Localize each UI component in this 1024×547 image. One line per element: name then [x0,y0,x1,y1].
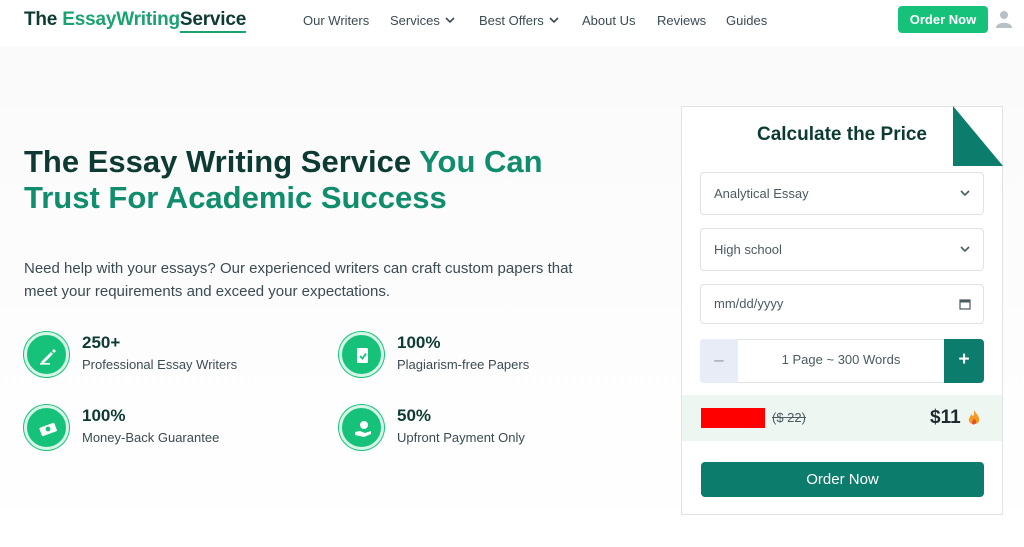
chevron-down-icon [960,190,970,197]
nav-guides[interactable]: Guides [726,13,767,28]
hero-title-main: The Essay Writing Service [24,144,420,179]
feature-plagiarism: 100% Plagiarism-free Papers [339,332,619,380]
hand-coin-icon [339,405,384,450]
logo-part-2: EssayWriting [62,9,180,30]
logo-part-3: Service [179,9,246,33]
document-check-icon [339,332,384,377]
feature-money-back: 100% Money-Back Guarantee [24,405,304,453]
nav-our-writers[interactable]: Our Writers [303,13,369,28]
decrease-pages-button[interactable]: – [700,339,738,383]
calculator-order-now-button[interactable]: Order Now [701,462,984,497]
nav-services[interactable]: Services [390,13,456,28]
nav-label: Best Offers [479,13,544,28]
chevron-down-icon [445,17,455,24]
logo-part-1: The [24,9,63,30]
feature-upfront-payment: 50% Upfront Payment Only [339,405,619,453]
feature-label: Money-Back Guarantee [82,430,220,445]
nav-label: Services [390,13,440,28]
feature-value: 250+ [82,333,121,352]
deadline-date-input[interactable]: mm/dd/yyyy [700,284,984,324]
feature-label: Upfront Payment Only [397,430,525,445]
money-back-icon [24,405,69,450]
nav-label: Our Writers [303,13,370,28]
feature-writers: 250+ Professional Essay Writers [24,332,304,380]
chevron-down-icon [960,246,970,253]
feature-label: Professional Essay Writers [82,357,238,372]
site-logo[interactable]: The EssayWritingService [24,9,246,33]
academic-level-select[interactable]: High school [700,228,984,271]
calendar-icon[interactable] [959,298,971,310]
nav-about-us[interactable]: About Us [582,13,635,28]
nav-label: Guides [726,13,768,28]
hero-title: The Essay Writing Service You Can Trust … [24,144,544,216]
redacted-label [701,408,765,428]
user-icon[interactable] [996,10,1012,28]
deadline-placeholder: mm/dd/yyyy [714,296,784,311]
nav-reviews[interactable]: Reviews [657,13,706,28]
nav-label: Reviews [657,13,707,28]
fire-icon [968,410,980,425]
nav-label: About Us [582,13,636,28]
hero-subtitle: Need help with your essays? Our experien… [24,260,573,300]
feature-label: Plagiarism-free Papers [397,357,530,372]
calculator-title: Calculate the Price [756,124,928,145]
nav-best-offers[interactable]: Best Offers [479,13,560,28]
increase-pages-button[interactable]: + [944,339,984,383]
header-order-now-button[interactable]: Order Now [898,6,988,33]
paper-type-select[interactable]: Analytical Essay [700,172,984,215]
current-price: $11 [930,407,961,428]
feature-value: 100% [82,406,126,425]
academic-level-value: High school [714,242,782,257]
old-price: ($ 22) [772,410,806,425]
feature-value: 100% [397,333,441,352]
chevron-down-icon [549,17,559,24]
writer-icon [24,332,69,377]
paper-type-value: Analytical Essay [714,186,809,201]
feature-value: 50% [397,406,432,425]
pages-value: 1 Page ~ 300 Words [781,352,901,367]
